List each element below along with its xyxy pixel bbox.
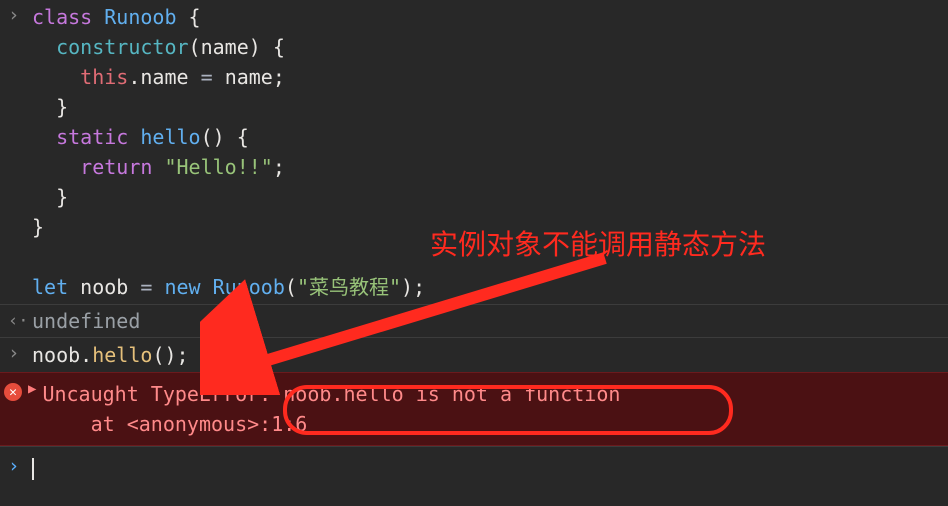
method-call: hello <box>92 343 152 367</box>
dot: . <box>80 343 92 367</box>
keyword-class: class <box>32 5 92 29</box>
paren-open: ( <box>285 275 297 299</box>
expand-triangle-icon[interactable]: ▶ <box>28 381 36 397</box>
error-line-1: Uncaught TypeError: noob.hello is not a … <box>42 382 620 406</box>
error-icon: ✕ <box>4 383 22 401</box>
error-line-2: at <anonymous>:1:6 <box>42 412 307 436</box>
code-line: noob.hello(); <box>32 340 940 370</box>
var-name: noob <box>80 275 128 299</box>
return-keyword: return <box>80 155 152 179</box>
code-block: class Runoob { constructor(name) { this.… <box>32 2 940 302</box>
rhs: name <box>225 65 273 89</box>
this-keyword: this <box>80 65 128 89</box>
brace: { <box>177 5 201 29</box>
close-brace: } <box>32 215 44 239</box>
output-chevron-icon: ‹· <box>8 311 32 331</box>
prompt-chevron-icon: › <box>8 453 32 477</box>
console-input-row[interactable]: › <box>0 446 948 485</box>
semi: ; <box>273 65 285 89</box>
input-cursor-area[interactable] <box>32 453 940 483</box>
dot: . <box>128 65 140 89</box>
string-literal: "Hello!!" <box>164 155 272 179</box>
obj-ref: noob <box>32 343 80 367</box>
prompt-chevron-icon: › <box>8 340 32 364</box>
prop: name <box>140 65 188 89</box>
class-name: Runoob <box>104 5 176 29</box>
console-output-row: ‹· undefined <box>0 304 948 338</box>
cursor <box>32 458 34 480</box>
method-name: hello <box>140 125 200 149</box>
static-keyword: static <box>56 125 128 149</box>
paren: () { <box>201 125 249 149</box>
close-brace: } <box>56 95 68 119</box>
equals: = <box>128 275 164 299</box>
error-message: Uncaught TypeError: noob.hello is not a … <box>42 379 620 439</box>
paren-close: ); <box>401 275 425 299</box>
console-error-row[interactable]: ✕ ▶ Uncaught TypeError: noob.hello is no… <box>0 372 948 446</box>
close-brace: } <box>56 185 68 209</box>
semi: ; <box>273 155 285 179</box>
call-paren: (); <box>152 343 188 367</box>
params: (name) { <box>189 35 285 59</box>
prompt-chevron-icon: › <box>8 2 32 26</box>
equals: = <box>189 65 225 89</box>
console-input-row[interactable]: › class Runoob { constructor(name) { thi… <box>0 0 948 304</box>
string-arg: "菜鸟教程" <box>297 275 401 299</box>
class-ref: Runoob <box>213 275 285 299</box>
new-keyword: new <box>164 275 200 299</box>
console-input-row[interactable]: › noob.hello(); <box>0 338 948 372</box>
let-keyword: let <box>32 275 68 299</box>
output-value: undefined <box>32 309 140 333</box>
constructor-keyword: constructor <box>56 35 188 59</box>
